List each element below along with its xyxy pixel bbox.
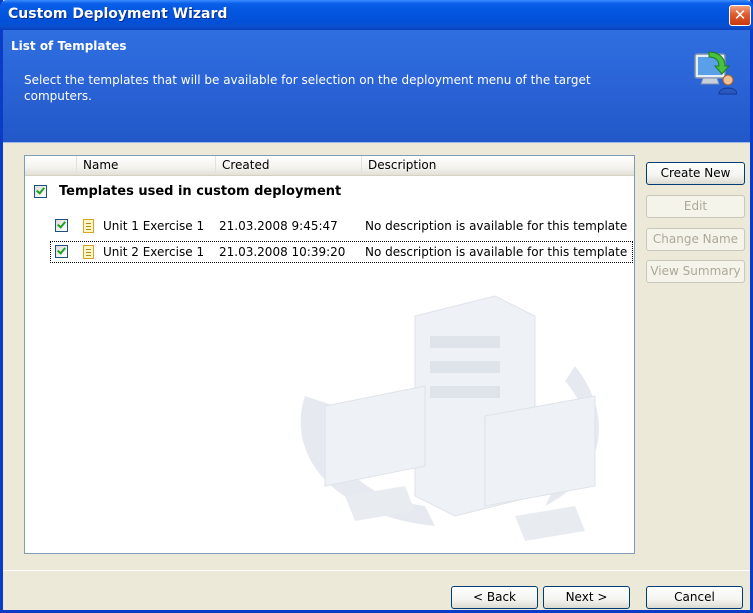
footer-divider	[3, 570, 750, 571]
templates-list[interactable]: Name Created Description Templates used …	[24, 155, 635, 554]
check-mark-icon	[57, 219, 66, 229]
list-item[interactable]: Unit 1 Exercise 1 21.03.2008 9:45:47 No …	[51, 216, 632, 236]
create-new-button[interactable]: Create New	[646, 162, 745, 185]
edit-button[interactable]: Edit	[646, 195, 745, 218]
item-description: No description is available for this tem…	[365, 219, 628, 233]
cancel-button[interactable]: Cancel	[646, 586, 743, 609]
list-item[interactable]: Unit 2 Exercise 1 21.03.2008 10:39:20 No…	[50, 241, 633, 263]
column-description[interactable]: Description	[362, 156, 634, 175]
item-checkbox[interactable]	[55, 219, 68, 232]
next-button[interactable]: Next >	[543, 586, 630, 609]
view-summary-button[interactable]: View Summary	[646, 260, 745, 283]
item-name: Unit 1 Exercise 1	[103, 219, 205, 233]
check-mark-icon	[36, 185, 45, 195]
window-title: Custom Deployment Wizard	[8, 6, 228, 22]
check-mark-icon	[57, 245, 66, 255]
group-checkbox[interactable]	[34, 185, 47, 198]
template-document-icon	[83, 219, 94, 233]
deployment-illustration	[300, 295, 599, 541]
page-title: List of Templates	[11, 39, 127, 53]
group-label: Templates used in custom deployment	[59, 184, 342, 199]
group-row[interactable]: Templates used in custom deployment	[25, 182, 634, 202]
item-checkbox[interactable]	[55, 245, 68, 258]
page-description: Select the templates that will be availa…	[24, 73, 591, 103]
column-check[interactable]	[25, 156, 77, 175]
item-created: 21.03.2008 10:39:20	[219, 245, 346, 259]
title-bar[interactable]: Custom Deployment Wizard ✕	[0, 0, 753, 30]
column-header: Name Created Description	[25, 156, 634, 176]
computer-user-arrow-icon	[694, 51, 737, 95]
column-created[interactable]: Created	[216, 156, 362, 175]
close-icon[interactable]: ✕	[729, 5, 751, 26]
item-created: 21.03.2008 9:45:47	[219, 219, 338, 233]
template-document-icon	[83, 245, 94, 259]
back-button[interactable]: < Back	[451, 586, 538, 609]
wizard-header: List of Templates Select the templates t…	[3, 30, 750, 143]
column-name[interactable]: Name	[77, 156, 216, 175]
item-description: No description is available for this tem…	[365, 245, 628, 259]
item-name: Unit 2 Exercise 1	[103, 245, 205, 259]
change-name-button[interactable]: Change Name	[646, 228, 745, 251]
